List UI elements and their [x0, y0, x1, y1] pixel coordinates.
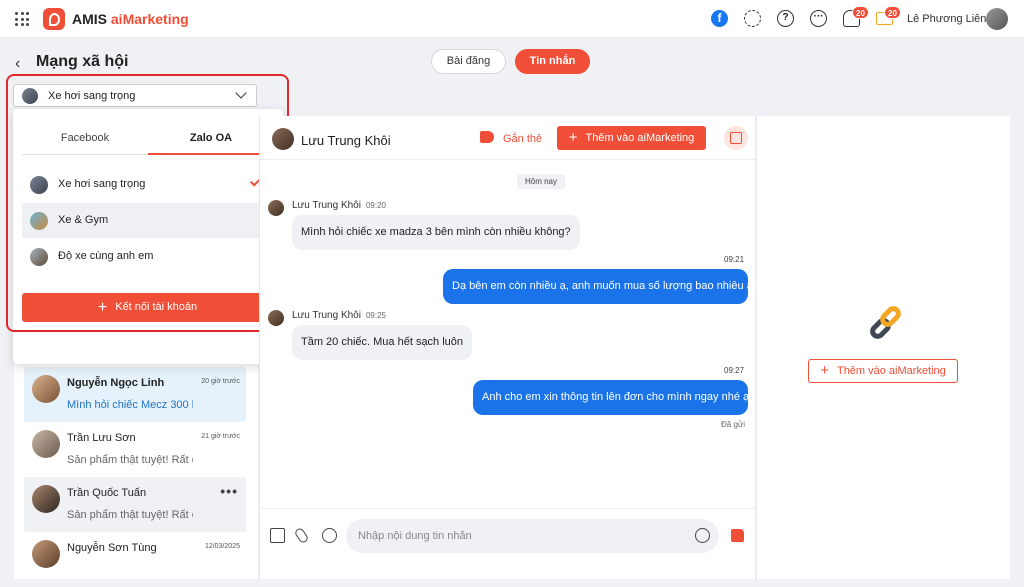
- panel-toggle-icon[interactable]: [724, 126, 748, 150]
- list-item[interactable]: Nguyễn Ngọc Linh 20 giờ trước Mình hỏi c…: [24, 367, 246, 422]
- page-title: Mạng xã hội: [36, 53, 129, 70]
- conversation-name: Nguyễn Sơn Tùng: [67, 542, 157, 554]
- incoming-message: Tầm 20 chiếc. Mua hết sạch luôn: [292, 325, 473, 360]
- divider: [260, 508, 755, 509]
- gear-icon[interactable]: [744, 10, 761, 27]
- contact-avatar: [272, 128, 294, 150]
- plus-icon: +: [820, 362, 829, 379]
- back-arrow-icon[interactable]: ‹: [15, 55, 20, 73]
- add-to-aimarketing-label: Thêm vào aiMarketing: [836, 365, 946, 377]
- sender-name: Lưu Trung Khôi: [292, 200, 361, 211]
- tag-button[interactable]: Gắn thẻ: [503, 133, 542, 145]
- conversation-time: 21 giờ trước: [201, 433, 240, 440]
- avatar: [32, 430, 60, 458]
- help-icon[interactable]: ?: [777, 10, 794, 27]
- tab-posts[interactable]: Bài đăng: [431, 49, 506, 74]
- more-icon[interactable]: ···: [810, 10, 827, 27]
- contact-info-panel: + Thêm vào aiMarketing: [757, 116, 1010, 579]
- divider: [260, 159, 755, 160]
- list-item[interactable]: Trần Quốc Tuấn ••• Sản phẩm thật tuyệt! …: [24, 477, 246, 532]
- sender-avatar: [268, 200, 284, 216]
- highlight-frame: [6, 74, 289, 332]
- list-item[interactable]: Trần Lưu Sơn 21 giờ trước Sản phẩm thật …: [24, 422, 246, 477]
- tag-icon[interactable]: [480, 131, 494, 143]
- top-bar: AMIS aiMarketing f ? ··· 20 20 Lê Phương…: [0, 0, 1024, 38]
- message-input[interactable]: [346, 519, 719, 553]
- avatar: [32, 375, 60, 403]
- outgoing-message: Dạ bên em còn nhiều ạ, anh muốn mua số l…: [443, 269, 759, 304]
- conversation-snippet: Sản phẩm thật tuyệt! Rất cả: [67, 509, 193, 521]
- tab-messages[interactable]: Tin nhắn: [515, 49, 590, 74]
- conversation-snippet: Sản phẩm thật tuyệt! Rất cả: [67, 454, 193, 466]
- conversation-name: Nguyễn Ngọc Linh: [67, 377, 165, 389]
- chat-panel: Lưu Trung Khôi Gắn thẻ + Thêm vào aiMarke…: [259, 116, 759, 579]
- contact-name: Lưu Trung Khôi: [301, 133, 391, 148]
- message-time: 09:20: [365, 201, 386, 210]
- quick-reply-icon[interactable]: [322, 528, 337, 543]
- mail-badge: 20: [884, 6, 901, 19]
- message-sender: Lưu Trung Khôi 09:25: [292, 310, 386, 321]
- facebook-icon[interactable]: f: [711, 10, 728, 27]
- app-grid-icon[interactable]: [15, 12, 29, 26]
- brand-prefix: AMIS: [72, 11, 111, 27]
- conversation-time: 20 giờ trước: [201, 378, 240, 385]
- more-options-icon[interactable]: •••: [220, 483, 238, 499]
- brand-name[interactable]: AMIS aiMarketing: [72, 11, 189, 27]
- conversation-name: Trần Quốc Tuấn: [67, 487, 147, 499]
- conversation-time: 12/03/2025: [204, 543, 240, 550]
- date-separator: Hôm nay: [517, 174, 565, 189]
- avatar: [32, 540, 60, 568]
- plus-icon: +: [568, 129, 578, 146]
- message-time: 09:21: [724, 255, 745, 264]
- message-sender: Lưu Trung Khôi 09:20: [292, 200, 386, 211]
- user-name[interactable]: Lê Phương Liên: [907, 13, 986, 25]
- sender-avatar: [268, 310, 284, 326]
- avatar: [32, 485, 60, 513]
- add-to-aimarketing-button[interactable]: + Thêm vào aiMarketing: [808, 359, 958, 383]
- brand-logo-icon[interactable]: [43, 8, 65, 30]
- brand-accent: aiMarketing: [110, 11, 189, 27]
- attachment-icon[interactable]: [293, 526, 310, 545]
- message-time: 09:27: [724, 366, 745, 375]
- outgoing-message: Anh cho em xin thông tin lên đơn cho mìn…: [473, 380, 752, 415]
- thumbs-up-icon[interactable]: [731, 529, 744, 542]
- emoji-icon[interactable]: [695, 528, 710, 543]
- delivery-status: Đã gửi: [721, 420, 746, 429]
- link-icon: [867, 303, 904, 342]
- conversation-name: Trần Lưu Sơn: [67, 432, 136, 444]
- image-icon[interactable]: [270, 528, 285, 543]
- add-to-aimarketing-button[interactable]: + Thêm vào aiMarketing: [557, 126, 706, 150]
- sender-name: Lưu Trung Khôi: [292, 310, 361, 321]
- add-to-aimarketing-label: Thêm vào aiMarketing: [585, 132, 695, 144]
- message-time: 09:25: [365, 311, 386, 320]
- conversation-snippet: Mình hỏi chiếc Mecz 300 l: [67, 399, 193, 411]
- user-avatar[interactable]: [986, 8, 1008, 30]
- notification-badge: 20: [852, 6, 869, 19]
- incoming-message: Mình hỏi chiếc xe madza 3 bên mình còn n…: [292, 215, 580, 250]
